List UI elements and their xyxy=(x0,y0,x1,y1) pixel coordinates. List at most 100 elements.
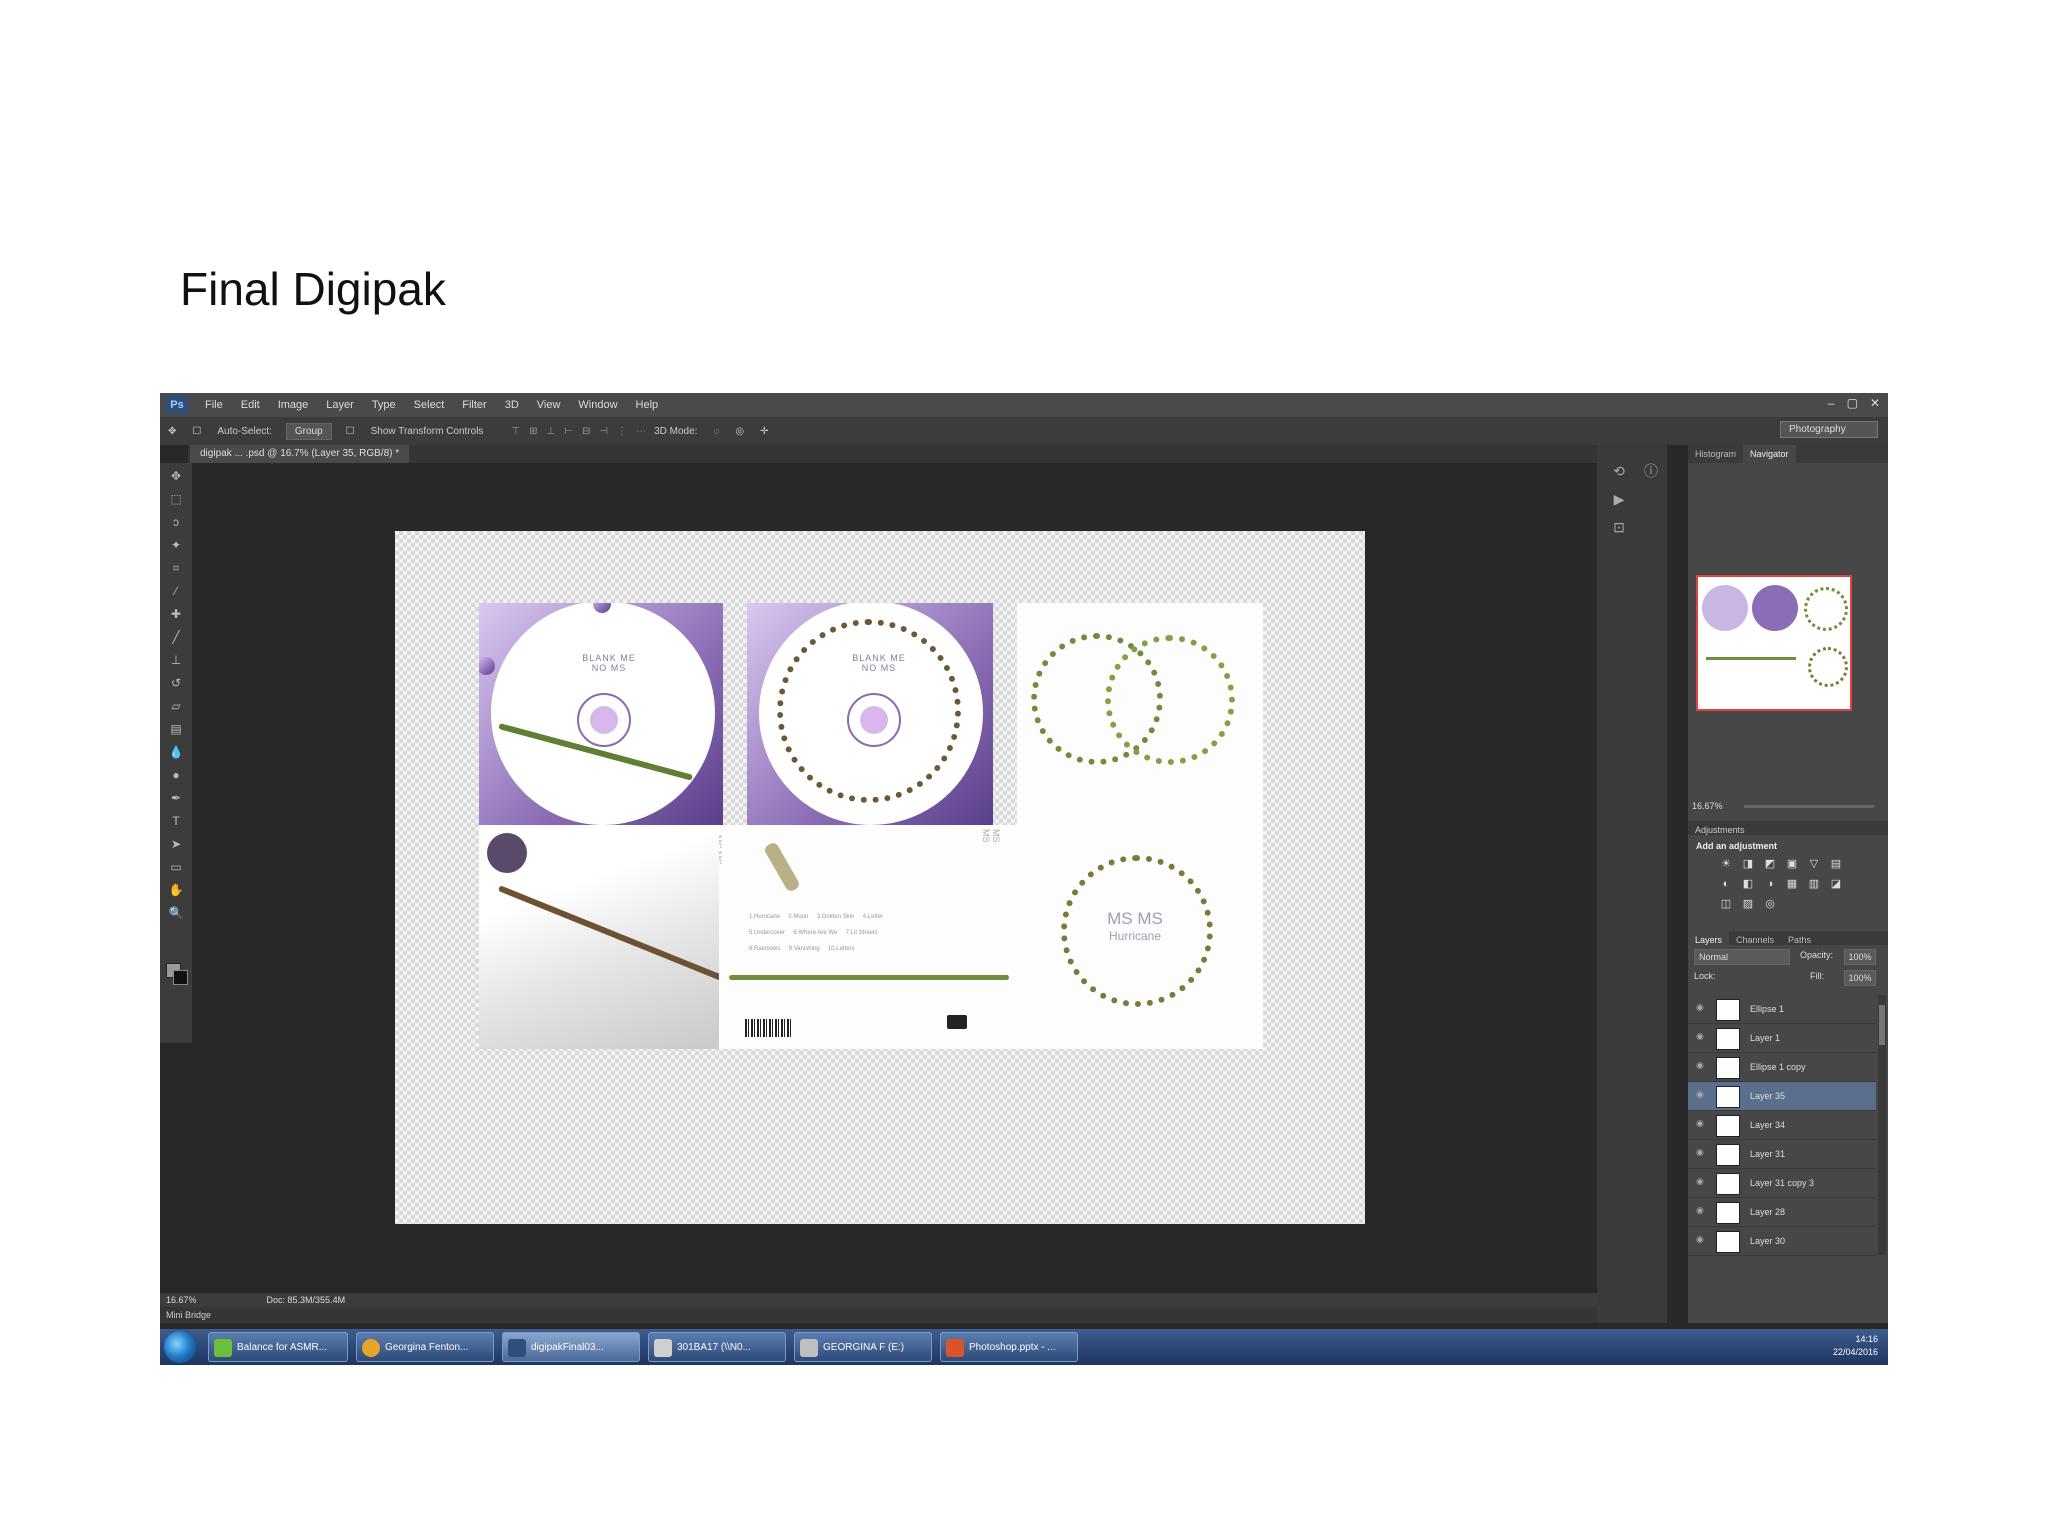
navigator-zoom[interactable]: 16.67% xyxy=(1692,801,1723,811)
taskbar-item[interactable]: Balance for ASMR... xyxy=(208,1332,348,1362)
tab-paths[interactable]: Paths xyxy=(1781,931,1818,945)
minimize-icon[interactable]: – xyxy=(1828,396,1835,410)
navigator-preview[interactable] xyxy=(1696,575,1852,711)
eye-icon[interactable]: ◉ xyxy=(1696,1032,1706,1041)
3d-pan-icon[interactable]: ✛ xyxy=(760,426,768,437)
taskbar-item[interactable]: GEORGINA F (E:) xyxy=(794,1332,932,1362)
dodge-tool-icon[interactable]: ● xyxy=(168,768,184,782)
zoom-tool-icon[interactable]: 🔍 xyxy=(168,906,184,920)
blur-tool-icon[interactable]: 💧 xyxy=(168,745,184,759)
align-right-icon[interactable]: ⊣ xyxy=(599,426,608,437)
pen-tool-icon[interactable]: ✒ xyxy=(168,791,184,805)
exposure-icon[interactable]: ▣ xyxy=(1784,857,1800,871)
layer-row[interactable]: ◉ Ellipse 1 xyxy=(1688,995,1876,1024)
layer-row[interactable]: ◉ Layer 28 xyxy=(1688,1198,1876,1227)
taskbar-item[interactable]: Photoshop.pptx - ... xyxy=(940,1332,1078,1362)
healing-brush-tool-icon[interactable]: ✚ xyxy=(168,607,184,621)
distribute-horizontal-icon[interactable]: ⋯ xyxy=(636,426,646,437)
menu-select[interactable]: Select xyxy=(414,399,445,411)
eye-icon[interactable]: ◉ xyxy=(1696,1206,1706,1215)
align-top-icon[interactable]: ⊤ xyxy=(511,426,520,437)
layer-row[interactable]: ◉ Layer 31 xyxy=(1688,1140,1876,1169)
taskbar-item[interactable]: Georgina Fenton... xyxy=(356,1332,494,1362)
background-color-swatch[interactable] xyxy=(173,970,188,985)
move-tool-icon[interactable]: ✥ xyxy=(168,469,184,483)
layer-row-selected[interactable]: ◉ Layer 35 xyxy=(1688,1082,1876,1111)
color-balance-icon[interactable]: ◐ xyxy=(1718,877,1734,891)
layer-row[interactable]: ◉ Layer 31 copy 3 xyxy=(1688,1169,1876,1198)
type-tool-icon[interactable]: T xyxy=(168,814,184,828)
menu-3d[interactable]: 3D xyxy=(505,399,519,411)
close-icon[interactable]: ✕ xyxy=(1870,396,1880,410)
eraser-tool-icon[interactable]: ▱ xyxy=(168,699,184,713)
menu-filter[interactable]: Filter xyxy=(462,399,486,411)
eye-icon[interactable]: ◉ xyxy=(1696,1235,1706,1244)
mini-bridge-tab[interactable]: Mini Bridge xyxy=(160,1307,1603,1323)
path-selection-tool-icon[interactable]: ➤ xyxy=(168,837,184,851)
tool-presets-icon[interactable]: ⊡ xyxy=(1609,517,1629,537)
restore-icon[interactable]: ▢ xyxy=(1847,396,1858,410)
gradient-map-icon[interactable]: ▨ xyxy=(1740,897,1756,911)
clone-stamp-tool-icon[interactable]: ⊥ xyxy=(168,653,184,667)
auto-select-dropdown[interactable]: Group xyxy=(285,422,332,440)
tab-layers[interactable]: Layers xyxy=(1688,931,1730,945)
layer-row[interactable]: ◉ Ellipse 1 copy xyxy=(1688,1053,1876,1082)
brush-tool-icon[interactable]: ╱ xyxy=(168,630,184,644)
eye-icon[interactable]: ◉ xyxy=(1696,1061,1706,1070)
layers-scrollbar[interactable] xyxy=(1878,995,1886,1255)
transform-controls-checkbox[interactable]: ☐ xyxy=(346,426,355,437)
hue-saturation-icon[interactable]: ▤ xyxy=(1828,857,1844,871)
workspace-dropdown[interactable]: Photography xyxy=(1780,421,1878,438)
marquee-tool-icon[interactable]: ⬚ xyxy=(168,492,184,506)
tab-adjustments[interactable]: Adjustments xyxy=(1688,825,1752,835)
shape-tool-icon[interactable]: ▭ xyxy=(168,860,184,874)
layer-row[interactable]: ◉ Layer 34 xyxy=(1688,1111,1876,1140)
menu-file[interactable]: File xyxy=(205,399,223,411)
menu-image[interactable]: Image xyxy=(278,399,309,411)
curves-icon[interactable]: ◩ xyxy=(1762,857,1778,871)
eye-icon[interactable]: ◉ xyxy=(1696,1003,1706,1012)
menu-help[interactable]: Help xyxy=(636,399,659,411)
distribute-icon[interactable]: ⋮ xyxy=(617,426,627,437)
tab-channels[interactable]: Channels xyxy=(1729,931,1781,945)
scroll-thumb[interactable] xyxy=(1879,1005,1885,1045)
taskbar-item[interactable]: 301BA17 (\\N0... xyxy=(648,1332,786,1362)
threshold-icon[interactable]: ◫ xyxy=(1718,897,1734,911)
document-tab[interactable]: digipak ... .psd @ 16.7% (Layer 35, RGB/… xyxy=(190,445,410,463)
opacity-field[interactable]: 100% xyxy=(1844,949,1876,965)
levels-icon[interactable]: ◨ xyxy=(1740,857,1756,871)
menu-type[interactable]: Type xyxy=(372,399,396,411)
hand-tool-icon[interactable]: ✋ xyxy=(168,883,184,897)
layer-row[interactable]: ◉ Layer 1 xyxy=(1688,1024,1876,1053)
history-icon[interactable]: ⟲ xyxy=(1609,461,1629,481)
align-middle-icon[interactable]: ⊞ xyxy=(529,426,537,437)
eye-icon[interactable]: ◉ xyxy=(1696,1148,1706,1157)
align-center-icon[interactable]: ⊟ xyxy=(582,426,590,437)
blend-mode-dropdown[interactable]: Normal xyxy=(1694,949,1790,965)
menu-layer[interactable]: Layer xyxy=(326,399,354,411)
selective-color-icon[interactable]: ◎ xyxy=(1762,897,1778,911)
eye-icon[interactable]: ◉ xyxy=(1696,1090,1706,1099)
layer-row[interactable]: ◉ Layer 30 xyxy=(1688,1227,1876,1256)
menu-window[interactable]: Window xyxy=(578,399,617,411)
menu-edit[interactable]: Edit xyxy=(241,399,260,411)
actions-icon[interactable]: ▶ xyxy=(1609,489,1629,509)
move-tool-icon[interactable]: ✥ xyxy=(168,426,176,437)
3d-rotate-icon[interactable]: ◌ xyxy=(713,426,719,437)
auto-select-checkbox[interactable]: ☐ xyxy=(192,426,201,437)
invert-icon[interactable]: ▥ xyxy=(1806,877,1822,891)
taskbar-item-active[interactable]: digipakFinal03... xyxy=(502,1332,640,1362)
posterize-icon[interactable]: ◪ xyxy=(1828,877,1844,891)
history-brush-tool-icon[interactable]: ↺ xyxy=(168,676,184,690)
vibrance-icon[interactable]: ▽ xyxy=(1806,857,1822,871)
info-icon[interactable]: ⓘ xyxy=(1641,461,1661,481)
fill-field[interactable]: 100% xyxy=(1844,970,1876,986)
eye-icon[interactable]: ◉ xyxy=(1696,1119,1706,1128)
brightness-icon[interactable]: ☀ xyxy=(1718,857,1734,871)
channel-mixer-icon[interactable]: ▦ xyxy=(1784,877,1800,891)
lasso-tool-icon[interactable]: ↄ xyxy=(168,515,184,529)
start-button[interactable] xyxy=(164,1331,196,1363)
menu-view[interactable]: View xyxy=(537,399,561,411)
align-bottom-icon[interactable]: ⊥ xyxy=(547,426,556,437)
photo-filter-icon[interactable]: ◑ xyxy=(1762,877,1778,891)
